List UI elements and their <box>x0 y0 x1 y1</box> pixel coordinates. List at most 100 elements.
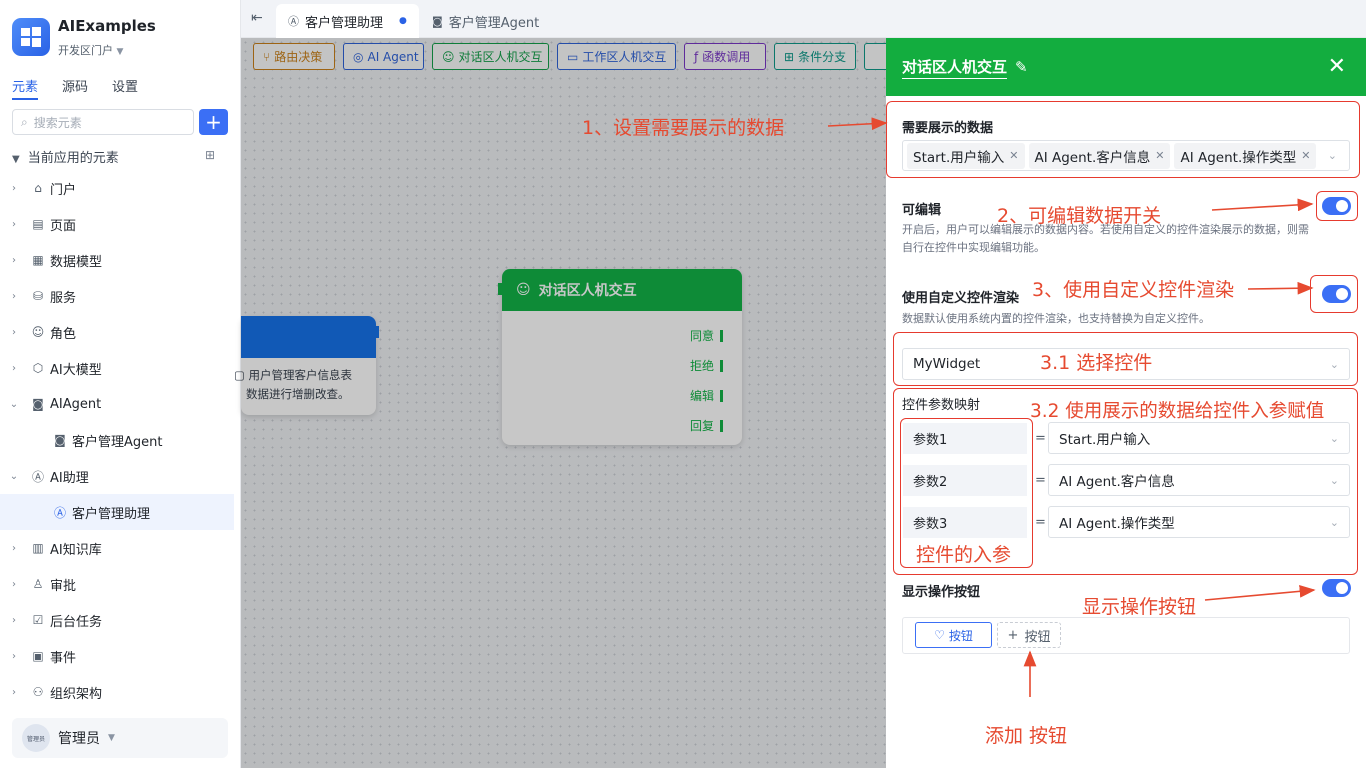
stamp-icon: ♙ <box>32 577 44 591</box>
chevron-down-icon: ⌄ <box>9 470 19 482</box>
caret-down-icon: ▼ <box>108 733 115 743</box>
item-label: 事件 <box>50 650 77 666</box>
ai-icon: Ⓐ <box>31 469 44 484</box>
collapse-sidebar-icon[interactable]: ⇤ <box>251 10 263 26</box>
chevron-right-icon: › <box>12 362 16 374</box>
collapse-tree-icon[interactable]: ⊞ <box>205 148 215 162</box>
robot-icon: ◙ <box>54 433 66 447</box>
sidebar-item-approval[interactable]: › ♙ 审批 <box>0 566 234 602</box>
modal-overlay[interactable] <box>241 38 886 768</box>
portal-selector[interactable]: 开发区门户 ▼ <box>58 42 123 58</box>
org-icon: ⚇ <box>32 685 44 699</box>
sidebar-item-pages[interactable]: › ▤ 页面 <box>0 206 234 242</box>
sidebar-item-ai-model[interactable]: › ⬡ AI大模型 <box>0 350 234 386</box>
equals-sign: = <box>1035 473 1046 488</box>
item-label: AI大模型 <box>50 362 102 378</box>
button-label: 按钮 <box>948 628 973 643</box>
chevron-right-icon: › <box>12 218 16 230</box>
annotation-1: 1、设置需要展示的数据 <box>582 117 785 139</box>
tab-source[interactable]: 源码 <box>62 76 88 95</box>
ai-icon: Ⓐ <box>53 505 66 520</box>
page-icon: ▤ <box>32 217 44 231</box>
chevron-down-icon: ⌄ <box>9 398 19 410</box>
sidebar-item-ai-assistant[interactable]: ⌄ Ⓐ AI助理 <box>0 458 234 494</box>
panel-title: 对话区人机交互 <box>902 56 1008 79</box>
chevron-right-icon: › <box>12 614 16 626</box>
sidebar-item-events[interactable]: › ▣ 事件 <box>0 638 234 674</box>
sidebar-item-customer-assistant[interactable]: Ⓐ 客户管理助理 <box>0 494 234 530</box>
tab-customer-agent[interactable]: ◙ 客户管理Agent <box>420 4 551 38</box>
sidebar-item-services[interactable]: › ⛁ 服务 <box>0 278 234 314</box>
sidebar-item-roles[interactable]: › ☺ 角色 <box>0 314 234 350</box>
action-button[interactable]: ♡ 按钮 <box>915 622 992 648</box>
tab-customer-assistant[interactable]: Ⓐ 客户管理助理 ● <box>276 4 419 38</box>
data-tag[interactable]: AI Agent.客户信息 ✕ <box>1028 142 1171 169</box>
sidebar-item-customer-agent[interactable]: ◙ 客户管理Agent <box>0 422 234 458</box>
chevron-down-icon: ⌄ <box>1327 149 1337 162</box>
section-header[interactable]: ▼ 当前应用的元素 <box>12 147 119 166</box>
sidebar-item-portal[interactable]: › ⌂ 门户 <box>0 170 234 206</box>
caret-down-icon: ▼ <box>116 47 124 57</box>
mapping-label: 控件参数映射 <box>902 398 981 413</box>
annotation-params: 控件的入参 <box>916 544 1012 566</box>
portal-label: 开发区门户 <box>58 44 113 57</box>
sidebar-item-knowledge[interactable]: › ▥ AI知识库 <box>0 530 234 566</box>
database-icon: ⛁ <box>32 289 44 303</box>
chevron-down-icon: ⌄ <box>1329 357 1339 371</box>
search-input[interactable]: ⌕ 搜索元素 <box>12 109 194 135</box>
param-value-select[interactable]: AI Agent.操作类型 ⌄ <box>1048 506 1350 538</box>
remove-tag-icon[interactable]: ✕ <box>1009 149 1018 162</box>
chevron-right-icon: › <box>12 182 16 194</box>
caret-down-icon: ▼ <box>12 154 20 165</box>
param-value-select[interactable]: Start.用户输入 ⌄ <box>1048 422 1350 454</box>
add-element-button[interactable]: + <box>199 109 228 135</box>
desc-line: 自行在控件中实现编辑功能。 <box>902 241 1045 254</box>
tab-underline <box>12 98 38 100</box>
remove-tag-icon[interactable]: ✕ <box>1155 149 1164 162</box>
app-logo-icon <box>12 18 50 56</box>
shield-icon: ♡ <box>934 628 945 642</box>
sidebar-item-aiagent[interactable]: ⌄ ◙ AIAgent <box>0 386 234 422</box>
chevron-down-icon: ⌄ <box>1329 473 1339 487</box>
tab-label: 客户管理助理 <box>305 15 384 31</box>
cube-icon: ⬡ <box>32 361 44 375</box>
add-button[interactable]: + 按钮 <box>997 622 1061 648</box>
data-tag[interactable]: AI Agent.操作类型 ✕ <box>1174 142 1317 169</box>
editable-toggle[interactable] <box>1322 197 1351 215</box>
annotation-add-button: 添加 按钮 <box>985 725 1068 747</box>
unsaved-dot: ● <box>399 16 407 26</box>
show-buttons-toggle[interactable] <box>1322 579 1351 597</box>
chevron-down-icon: ⌄ <box>1329 431 1339 445</box>
sidebar-item-data-model[interactable]: › ▦ 数据模型 <box>0 242 234 278</box>
data-label: 需要展示的数据 <box>902 121 994 136</box>
annotation-3-2: 3.2 使用展示的数据给控件入参赋值 <box>1030 401 1325 422</box>
editable-label: 可编辑 <box>902 203 942 218</box>
tag-label: AI Agent.操作类型 <box>1180 149 1297 166</box>
data-tag[interactable]: Start.用户输入 ✕ <box>907 142 1025 169</box>
close-button[interactable]: ✕ <box>1328 56 1346 78</box>
item-label: AI知识库 <box>50 542 102 558</box>
panel-header: 对话区人机交互 ✎ <box>886 38 1366 96</box>
param-value-select[interactable]: AI Agent.客户信息 ⌄ <box>1048 464 1350 496</box>
remove-tag-icon[interactable]: ✕ <box>1301 149 1310 162</box>
tab-elements[interactable]: 元素 <box>12 76 38 95</box>
item-label: 页面 <box>50 218 77 234</box>
tag-label: Start.用户输入 <box>913 149 1005 166</box>
edit-pencil-icon[interactable]: ✎ <box>1015 58 1028 76</box>
home-icon: ⌂ <box>34 181 42 195</box>
sidebar-item-tasks[interactable]: › ☑ 后台任务 <box>0 602 234 638</box>
avatar: 管理员 <box>22 724 50 752</box>
sidebar-item-org[interactable]: › ⚇ 组织架构 <box>0 674 234 710</box>
item-label: AI助理 <box>50 470 89 486</box>
param-value: AI Agent.客户信息 <box>1059 474 1175 490</box>
tab-settings[interactable]: 设置 <box>112 76 138 95</box>
add-button-label: 按钮 <box>1024 629 1051 645</box>
user-menu[interactable]: 管理员 管理员 ▼ <box>12 718 228 758</box>
table-icon: ▦ <box>32 253 44 267</box>
custom-render-toggle[interactable] <box>1322 285 1351 303</box>
item-label: 角色 <box>50 326 77 342</box>
data-multiselect[interactable]: Start.用户输入 ✕ AI Agent.客户信息 ✕ AI Agent.操作类型… <box>902 140 1350 171</box>
chevron-right-icon: › <box>12 326 16 338</box>
param-name: 参数2 <box>903 465 1027 496</box>
param-value: Start.用户输入 <box>1059 432 1151 448</box>
